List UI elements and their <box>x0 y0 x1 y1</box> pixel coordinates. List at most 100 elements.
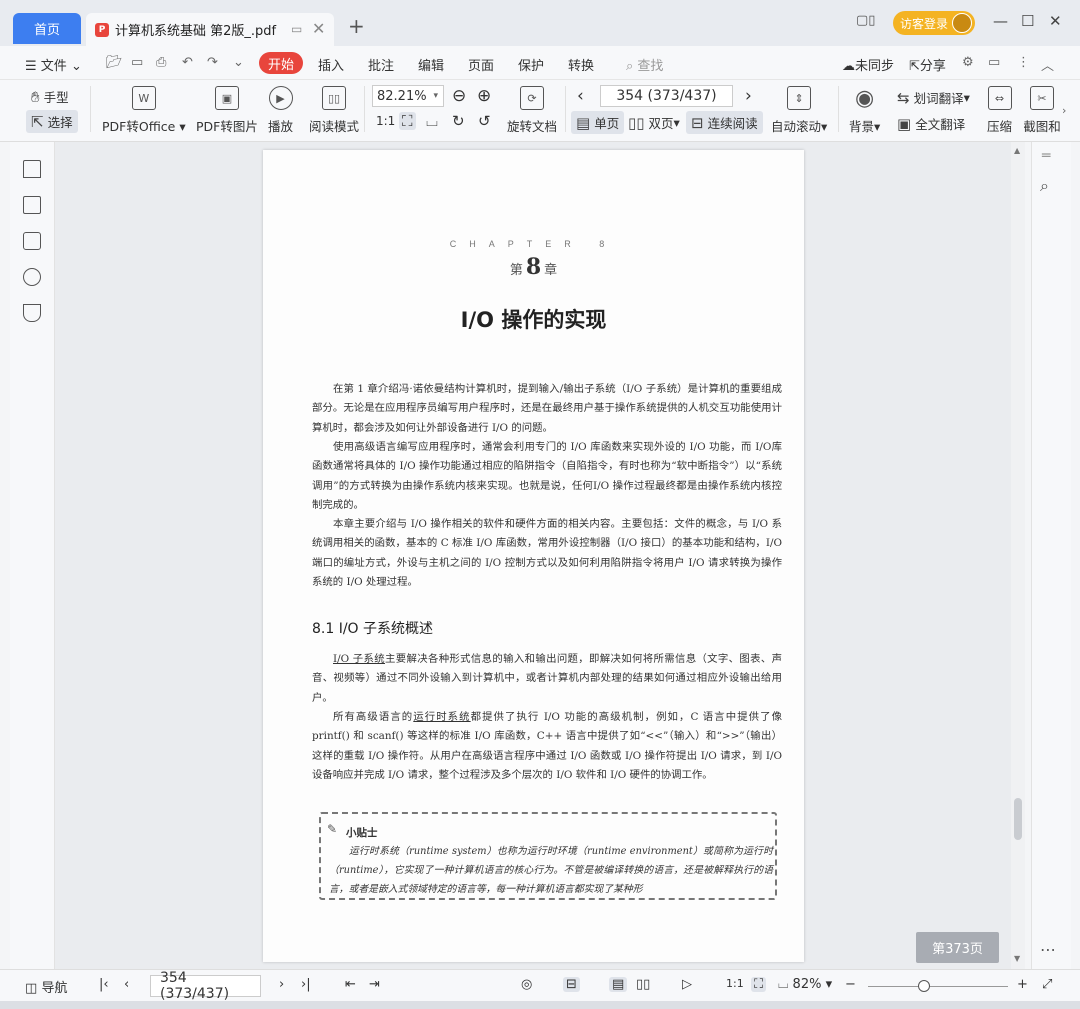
page-count-icon[interactable]: ▢▯ <box>856 13 875 28</box>
avatar <box>952 13 972 33</box>
tab-document[interactable]: P 计算机系统基础 第2版_.pdf ▭ ✕ <box>86 13 334 46</box>
rotate-left-icon[interactable]: ↺ <box>478 112 491 130</box>
select-tool-button[interactable]: ⇱ 选择 <box>26 110 78 133</box>
pdf-to-office-button[interactable]: W PDF转Office ▾ <box>102 86 186 135</box>
zoom-out-icon[interactable]: ⊖ <box>452 86 466 106</box>
print-icon[interactable]: ⎙ <box>156 55 166 70</box>
rotate-right-icon[interactable]: ↻ <box>452 112 465 130</box>
page-number-input[interactable]: 354 (373/437) <box>600 85 733 107</box>
minimize-icon[interactable]: — <box>993 12 1008 30</box>
single-page-button[interactable]: ▤ 单页 <box>571 111 625 134</box>
word-translate-button[interactable]: ⇆ 划词翻译 ▾ <box>897 88 970 107</box>
zoom-select[interactable]: 82.21% ▾ <box>372 85 444 107</box>
more-options-icon[interactable]: ⋯ <box>1040 940 1056 959</box>
share-button[interactable]: ⇱分享 <box>909 55 946 74</box>
hand-tool-button[interactable]: ✋︎ 手型 <box>31 87 69 106</box>
attachment-icon[interactable] <box>23 268 41 286</box>
fit-page-status-icon[interactable]: ⛶ <box>751 977 767 992</box>
menu-bar: ☰ 文件 ⌄ 📂︎ ▭ ⎙ ↶ ↷ ⌄ 开始 插入 批注 编辑 页面 保护 转换… <box>0 46 1080 80</box>
scroll-down-icon[interactable]: ▼ <box>1014 954 1020 963</box>
tab-page[interactable]: 页面 <box>468 55 494 74</box>
screenshot-button[interactable]: ✂ 截图和 <box>1024 86 1060 135</box>
close-window-icon[interactable]: ✕ <box>1049 12 1062 30</box>
first-page-icon[interactable]: |‹ <box>99 977 109 992</box>
auto-scroll-button[interactable]: ⇕ 自动滚动▾ <box>771 86 827 135</box>
back-icon[interactable]: ⇤ <box>345 977 356 992</box>
double-page-status-icon[interactable]: ▯▯ <box>636 977 650 992</box>
tab-insert[interactable]: 插入 <box>318 55 344 74</box>
tab-convert[interactable]: 转换 <box>568 55 594 74</box>
next-page-status-icon[interactable]: › <box>279 977 284 992</box>
ribbon-scroll-right-icon[interactable]: › <box>1062 104 1066 117</box>
file-menu[interactable]: ☰ 文件 ⌄ <box>25 55 82 74</box>
vertical-scrollbar[interactable]: ▲ ▼ <box>1011 142 1025 969</box>
rotate-doc-button[interactable]: ⟳ 旋转文档 <box>507 86 557 135</box>
tab-edit[interactable]: 编辑 <box>418 55 444 74</box>
status-page-input[interactable]: 354 (373/437) <box>150 970 261 1002</box>
zoom-value: 82.21% <box>377 88 427 104</box>
comment-panel-icon[interactable] <box>23 232 41 250</box>
save-icon[interactable]: ▭ <box>131 55 143 70</box>
read-mode-button[interactable]: ▯▯ 阅读模式 <box>309 86 359 135</box>
close-tab-icon[interactable]: ✕ <box>312 19 325 38</box>
zoom-select-status[interactable]: ⌴ 82% ▾ <box>778 977 832 992</box>
panel-handle-icon[interactable]: ═ <box>1042 148 1050 164</box>
scroll-up-icon[interactable]: ▲ <box>1014 146 1020 155</box>
window-mode-icon[interactable]: ▭ <box>291 22 302 36</box>
last-page-icon[interactable]: ›| <box>301 977 311 992</box>
prev-page-status-icon[interactable]: ‹ <box>124 977 129 992</box>
ai-search-icon[interactable]: ⌕ <box>1040 176 1049 196</box>
single-page-status-icon[interactable]: ▤ <box>609 977 628 992</box>
zoom-slider-knob[interactable] <box>918 980 930 992</box>
continuous-status-icon[interactable]: ⊟ <box>563 977 580 992</box>
comment-icon[interactable]: ▭ <box>988 55 1000 70</box>
intro-paragraph: 本章主要介绍与 I/O 操作相关的软件和硬件方面的相关内容。主要包括：文件的概念… <box>312 518 782 589</box>
more-icon[interactable]: ⋮ <box>1017 55 1030 70</box>
pdf-to-office-label: PDF转Office <box>102 119 176 134</box>
background-button[interactable]: ◉ 背景▾ <box>849 86 880 135</box>
tab-protect[interactable]: 保护 <box>518 55 544 74</box>
maximize-icon[interactable]: ☐ <box>1021 12 1034 30</box>
sync-status[interactable]: ☁未同步 <box>842 55 894 74</box>
tab-start[interactable]: 开始 <box>259 52 303 74</box>
actual-size-status-icon[interactable]: 1:1 <box>726 977 744 990</box>
signature-icon[interactable] <box>23 304 41 322</box>
zoom-out-status-icon[interactable]: − <box>845 977 856 992</box>
zoom-in-icon[interactable]: ⊕ <box>477 86 491 106</box>
scrollbar-thumb[interactable] <box>1014 798 1022 840</box>
continuous-read-button[interactable]: ⊟ 连续阅读 <box>686 111 763 134</box>
collapse-ribbon-icon[interactable]: ︿ <box>1041 55 1054 74</box>
play-button[interactable]: ▶ 播放 <box>268 86 293 135</box>
nav-button[interactable]: ◫ 导航 <box>25 977 67 996</box>
pdf-file-icon: P <box>95 22 109 37</box>
settings-icon[interactable]: ⚙ <box>962 55 974 70</box>
tip-box: ✎ 小贴士 运行时系统（runtime system）也称为运行时环境（runt… <box>319 812 777 900</box>
undo-icon[interactable]: ↶ <box>182 55 193 70</box>
guest-login-button[interactable]: 访客登录 <box>893 11 975 35</box>
new-tab-icon[interactable]: + <box>348 14 365 38</box>
next-page-icon[interactable]: › <box>745 86 752 106</box>
pdf-to-image-button[interactable]: ▣ PDF转图片 <box>196 86 258 135</box>
tab-annotate[interactable]: 批注 <box>368 55 394 74</box>
open-icon[interactable]: 📂︎ <box>106 55 123 70</box>
redo-icon[interactable]: ↷ <box>207 55 218 70</box>
more-dropdown-icon[interactable]: ⌄ <box>233 55 244 70</box>
play-status-icon[interactable]: ▷ <box>682 977 692 992</box>
fit-width-icon[interactable]: ⌴ <box>426 112 438 130</box>
full-translate-button[interactable]: ▣ 全文翻译 <box>897 114 965 133</box>
fullscreen-icon[interactable]: ⤢ <box>1042 977 1052 992</box>
search-box[interactable]: ⌕ 查找 <box>626 55 663 74</box>
zoom-slider[interactable] <box>868 986 1008 987</box>
eye-protect-icon[interactable]: ◎ <box>521 977 532 992</box>
thumbnail-icon[interactable] <box>23 196 41 214</box>
prev-page-icon[interactable]: ‹ <box>577 86 584 106</box>
actual-size-icon[interactable]: 1:1 <box>376 114 395 128</box>
forward-icon[interactable]: ⇥ <box>369 977 380 992</box>
tab-home[interactable]: 首页 <box>13 13 81 44</box>
eye-icon: ◉ <box>855 85 875 111</box>
compress-button[interactable]: ⇔ 压缩 <box>987 86 1012 135</box>
fit-page-icon[interactable]: ⛶ <box>399 112 416 130</box>
bookmark-icon[interactable] <box>23 160 41 178</box>
double-page-button[interactable]: ▯▯ 双页 ▾ <box>628 113 680 132</box>
zoom-in-status-icon[interactable]: + <box>1017 977 1028 992</box>
